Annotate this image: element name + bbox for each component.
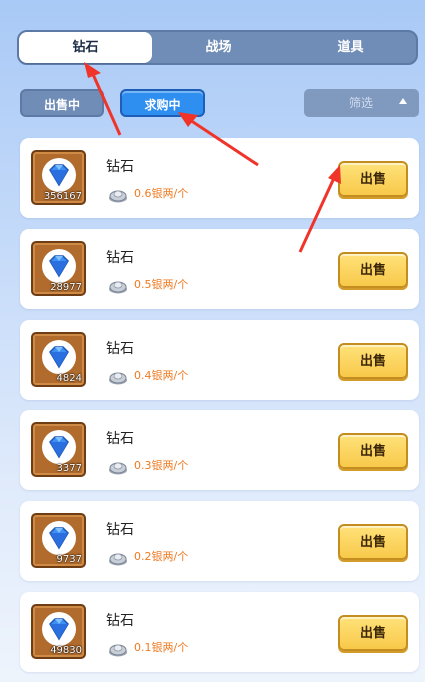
- diamond-icon: [42, 340, 76, 374]
- item-quantity: 4824: [56, 373, 82, 384]
- sell-button[interactable]: 出售: [338, 615, 408, 651]
- item-quantity: 356167: [43, 191, 82, 202]
- item-price: 0.6银两/个: [134, 187, 189, 200]
- item-price: 0.4银两/个: [134, 369, 189, 382]
- item-thumbnail: 49830: [31, 604, 86, 659]
- tab-items[interactable]: 道具: [285, 32, 416, 63]
- item-price: 0.2银两/个: [134, 550, 189, 563]
- filter-dropdown[interactable]: 筛选: [304, 89, 419, 117]
- item-thumbnail: 4824: [31, 332, 86, 387]
- item-thumbnail: 356167: [31, 150, 86, 205]
- list-item: 9737 钻石 0.2银两/个 出售: [20, 501, 419, 581]
- item-name: 钻石: [106, 431, 134, 447]
- item-price: 0.5银两/个: [134, 278, 189, 291]
- sell-button[interactable]: 出售: [338, 161, 408, 197]
- item-thumbnail: 28977: [31, 241, 86, 296]
- item-quantity: 9737: [56, 554, 82, 565]
- tab-diamond[interactable]: 钻石: [19, 32, 152, 63]
- item-price: 0.3银两/个: [134, 459, 189, 472]
- item-quantity: 28977: [50, 282, 82, 293]
- tab-selling[interactable]: 出售中: [20, 89, 104, 117]
- item-name: 钻石: [106, 250, 134, 266]
- list-item: 49830 钻石 0.1银两/个 出售: [20, 592, 419, 672]
- diamond-icon: [42, 158, 76, 192]
- sell-button[interactable]: 出售: [338, 252, 408, 288]
- item-quantity: 3377: [56, 463, 82, 474]
- filter-label: 筛选: [349, 96, 374, 110]
- diamond-icon: [42, 249, 76, 283]
- item-price: 0.1银两/个: [134, 641, 189, 654]
- silver-ingot-icon: [109, 372, 127, 385]
- item-name: 钻石: [106, 159, 134, 175]
- sell-button[interactable]: 出售: [338, 343, 408, 379]
- item-name: 钻石: [106, 341, 134, 357]
- caret-up-icon: [399, 98, 407, 104]
- item-name: 钻石: [106, 522, 134, 538]
- item-quantity: 49830: [50, 645, 82, 656]
- diamond-icon: [42, 430, 76, 464]
- silver-ingot-icon: [109, 462, 127, 475]
- list-item: 3377 钻石 0.3银两/个 出售: [20, 410, 419, 490]
- list-item: 356167 钻石 0.6银两/个 出售: [20, 138, 419, 218]
- silver-ingot-icon: [109, 190, 127, 203]
- silver-ingot-icon: [109, 553, 127, 566]
- tab-battlefield[interactable]: 战场: [152, 32, 285, 63]
- item-thumbnail: 9737: [31, 513, 86, 568]
- diamond-icon: [42, 612, 76, 646]
- silver-ingot-icon: [109, 644, 127, 657]
- sell-button[interactable]: 出售: [338, 433, 408, 469]
- list-item: 4824 钻石 0.4银两/个 出售: [20, 320, 419, 400]
- item-thumbnail: 3377: [31, 422, 86, 477]
- sell-button[interactable]: 出售: [338, 524, 408, 560]
- list-item: 28977 钻石 0.5银两/个 出售: [20, 229, 419, 309]
- item-name: 钻石: [106, 613, 134, 629]
- category-tabs: 钻石 战场 道具: [17, 30, 418, 65]
- silver-ingot-icon: [109, 281, 127, 294]
- tab-buying[interactable]: 求购中: [120, 89, 205, 117]
- diamond-icon: [42, 521, 76, 555]
